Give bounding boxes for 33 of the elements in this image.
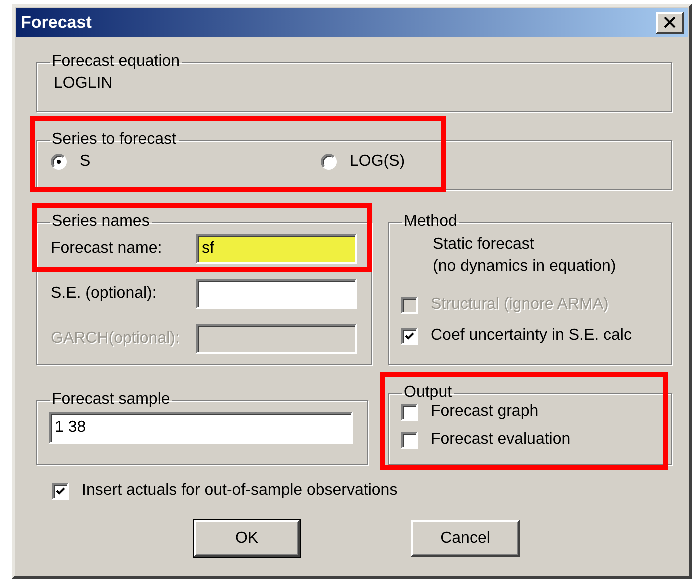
- field-label: S.E. (optional):: [51, 285, 158, 303]
- close-button[interactable]: [656, 12, 684, 34]
- group-label: Forecast equation: [51, 53, 182, 71]
- checkbox[interactable]: [401, 328, 418, 344]
- method-description: Static forecast: [433, 235, 536, 255]
- radio-label: S: [80, 153, 91, 171]
- group-label: Method: [403, 213, 458, 231]
- method-description: (no dynamics in equation): [433, 257, 618, 277]
- input-field[interactable]: [196, 279, 357, 309]
- checkbox-label: Insert actuals for out-of-sample observations: [82, 482, 398, 500]
- close-icon: [664, 17, 676, 28]
- radio-label: LOG(S): [350, 153, 406, 171]
- ok-button[interactable]: OK: [194, 520, 300, 557]
- checkbox[interactable]: [401, 404, 418, 420]
- checkbox-label: Forecast graph: [431, 403, 539, 421]
- group-label: Forecast sample: [51, 391, 172, 409]
- input-field[interactable]: 1 38: [49, 412, 353, 444]
- radio-button[interactable]: [321, 154, 337, 170]
- radio-button[interactable]: [51, 154, 67, 170]
- checkbox[interactable]: [52, 482, 69, 500]
- cancel-button[interactable]: Cancel: [411, 520, 520, 557]
- checkbox-label: Structural (ignore ARMA): [431, 296, 609, 314]
- group-label: Series names: [51, 213, 151, 231]
- checkbox[interactable]: [401, 432, 418, 448]
- checkbox-label: Forecast evaluation: [431, 431, 571, 449]
- field-label: GARCH(optional):: [51, 330, 181, 348]
- group-label: Output: [403, 384, 454, 402]
- equation-name: LOGLIN: [53, 74, 114, 93]
- field-label: Forecast name:: [51, 240, 164, 258]
- checkbox-label: Coef uncertainty in S.E. calc: [431, 327, 632, 345]
- input-field[interactable]: sf: [196, 234, 357, 264]
- group-label: Series to forecast: [51, 131, 178, 149]
- window-title: Forecast: [21, 12, 92, 32]
